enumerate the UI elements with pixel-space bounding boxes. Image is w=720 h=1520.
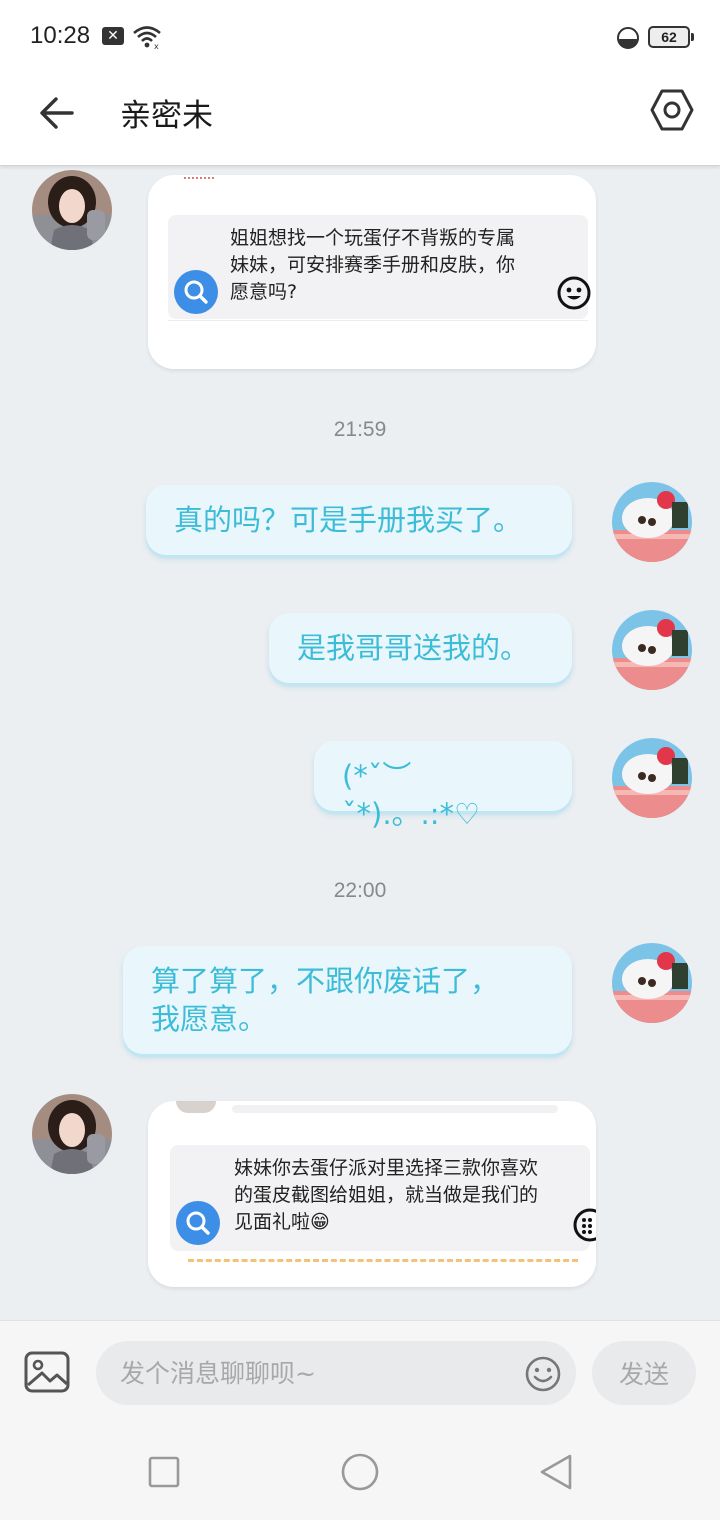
send-button[interactable]: 发送 xyxy=(592,1341,696,1405)
message-input-bar: 发送 xyxy=(0,1320,720,1424)
status-bar: 10:28 ✕ x 62 xyxy=(0,0,720,72)
home-circle-icon[interactable] xyxy=(340,1452,380,1492)
message-bubble[interactable]: 是我哥哥送我的。 xyxy=(269,613,572,683)
card-bottom-decoration xyxy=(188,1259,578,1263)
chat-title: 亲密未 xyxy=(120,98,213,134)
divider xyxy=(168,320,588,321)
user-avatar[interactable] xyxy=(612,610,692,690)
do-not-disturb-icon xyxy=(617,27,639,49)
image-icon[interactable] xyxy=(24,1351,70,1393)
user-avatar[interactable] xyxy=(612,738,692,818)
keypad-icon[interactable] xyxy=(572,1207,596,1243)
contact-avatar[interactable] xyxy=(32,1094,112,1174)
card-top-avatar-fragment xyxy=(176,1101,216,1113)
shared-card[interactable]: 姐姐想找一个玩蛋仔不背叛的专属妹妹，可安排赛季手册和皮肤，你愿意吗? xyxy=(148,175,596,369)
card-message-text: 妹妹你去蛋仔派对里选择三款你喜欢的蛋皮截图给姐姐，就当做是我们的见面礼啦😁 xyxy=(234,1157,539,1233)
message-input[interactable] xyxy=(96,1341,576,1405)
message-bubble[interactable]: 真的吗？可是手册我买了。 xyxy=(146,485,572,555)
notification-icon: ✕ xyxy=(102,27,124,45)
emoji-icon[interactable] xyxy=(556,275,592,311)
card-top-bar xyxy=(232,1105,558,1113)
user-avatar[interactable] xyxy=(612,943,692,1023)
message-line: 算了算了，不跟你废话了， xyxy=(151,964,500,998)
shared-card[interactable]: 妹妹你去蛋仔派对里选择三款你喜欢的蛋皮截图给姐姐，就当做是我们的见面礼啦😁 xyxy=(148,1101,596,1287)
contact-avatar[interactable] xyxy=(32,170,112,250)
timestamp: 21:59 xyxy=(333,418,387,441)
message-bubble[interactable]: 算了算了，不跟你废话了， 我愿意。 xyxy=(123,946,572,1054)
user-avatar[interactable] xyxy=(612,482,692,562)
search-icon xyxy=(176,1201,220,1245)
card-top-decoration xyxy=(184,177,214,183)
system-nav-bar xyxy=(0,1424,720,1520)
wifi-icon: x xyxy=(133,26,161,50)
arrow-left-icon[interactable] xyxy=(34,90,80,136)
search-icon xyxy=(174,270,218,314)
timestamp: 22:00 xyxy=(333,879,387,902)
svg-text:x: x xyxy=(154,42,159,50)
battery-indicator: 62 xyxy=(648,26,694,48)
hexagon-settings-icon[interactable] xyxy=(648,86,696,134)
back-triangle-icon[interactable] xyxy=(536,1452,576,1492)
card-message-text: 姐姐想找一个玩蛋仔不背叛的专属妹妹，可安排赛季手册和皮肤，你愿意吗? xyxy=(230,227,516,303)
smiley-icon[interactable] xyxy=(524,1355,562,1393)
chat-messages[interactable]: 姐姐想找一个玩蛋仔不背叛的专属妹妹，可安排赛季手册和皮肤，你愿意吗? 21:59… xyxy=(0,167,720,1320)
recents-square-icon[interactable] xyxy=(144,1452,184,1492)
message-bubble[interactable]: (*ˇ︶ˇ*).。.:*♡ xyxy=(314,741,572,831)
status-time: 10:28 xyxy=(30,22,91,49)
message-line: 我愿意。 xyxy=(151,1002,268,1036)
chat-header: 亲密未 xyxy=(0,72,720,166)
